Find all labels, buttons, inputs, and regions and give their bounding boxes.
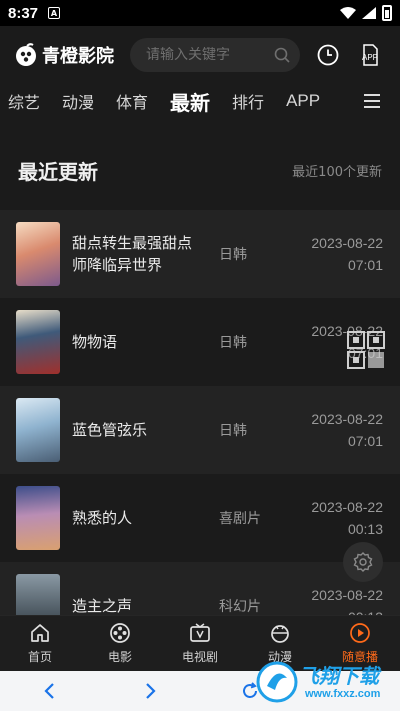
tab-latest[interactable]: 最新 xyxy=(170,87,210,116)
gear-icon xyxy=(353,552,373,572)
list-item[interactable]: 蓝色管弦乐 日韩 2023-08-22 07:01 xyxy=(0,386,400,474)
tab-ranking[interactable]: 排行 xyxy=(232,89,264,113)
item-datetime: 2023-08-22 00:13 xyxy=(311,496,383,540)
app-logo[interactable]: 青橙影院 xyxy=(14,42,114,68)
tv-icon xyxy=(190,623,210,642)
tab-variety[interactable]: 综艺 xyxy=(8,89,40,113)
chevron-left-icon xyxy=(44,683,54,699)
watermark-url: www.fxxz.com xyxy=(305,688,381,700)
chevron-right-icon xyxy=(146,683,156,699)
search-icon[interactable] xyxy=(274,47,290,63)
section-header: 最近更新 最近100个更新 xyxy=(0,140,400,200)
site-watermark: 飞翔下载 www.fxxz.com xyxy=(255,654,400,711)
item-genre: 喜剧片 xyxy=(219,511,261,527)
tab-app[interactable]: APP xyxy=(286,91,320,111)
nav-tv-series[interactable]: 电视剧 xyxy=(160,616,240,671)
menu-icon[interactable] xyxy=(364,94,380,108)
home-icon xyxy=(31,624,49,642)
item-datetime: 2023-08-22 07:01 xyxy=(311,408,383,452)
item-datetime: 2023-08-22 07:01 xyxy=(311,232,383,276)
film-reel-icon xyxy=(110,623,130,643)
item-time: 00:13 xyxy=(347,521,383,537)
poster-image xyxy=(16,486,60,550)
section-subtitle: 最近100个更新 xyxy=(292,164,382,180)
update-list: 甜点转生最强甜点师降临异世界 日韩 2023-08-22 07:01 物物语 日… xyxy=(0,210,400,615)
item-date: 2023-08-22 xyxy=(311,499,383,515)
status-bar: 8:37 A xyxy=(0,0,400,26)
item-date: 2023-08-22 xyxy=(311,411,383,427)
tab-anime[interactable]: 动漫 xyxy=(62,89,94,113)
signal-icon xyxy=(362,7,376,19)
tab-sports[interactable]: 体育 xyxy=(116,89,148,113)
watermark-logo-icon xyxy=(256,661,298,703)
category-tabs: 综艺 动漫 体育 最新 排行 APP xyxy=(0,84,400,118)
nav-label: 首页 xyxy=(27,650,52,664)
wifi-icon xyxy=(340,7,356,19)
app-header: 青橙影院 APP xyxy=(0,26,400,84)
item-date: 2023-08-22 xyxy=(311,587,383,603)
item-time: 07:01 xyxy=(347,433,383,449)
logo-icon xyxy=(16,43,36,66)
back-button[interactable] xyxy=(0,681,100,701)
status-time: 8:37 xyxy=(8,4,39,22)
item-title: 物物语 xyxy=(72,333,118,351)
app-name: 青橙影院 xyxy=(42,46,114,67)
app-download-button[interactable]: APP xyxy=(358,43,382,67)
notification-icon: A xyxy=(48,7,61,19)
item-date: 2023-08-22 xyxy=(311,235,383,251)
qr-code-icon[interactable] xyxy=(346,330,386,370)
history-icon xyxy=(317,44,339,66)
poster-image xyxy=(16,222,60,286)
item-genre: 日韩 xyxy=(219,247,247,263)
list-item[interactable]: 熟悉的人 喜剧片 2023-08-22 00:13 xyxy=(0,474,400,562)
item-datetime: 2023-08-22 00:13 xyxy=(311,584,383,615)
poster-image xyxy=(16,310,60,374)
anime-icon xyxy=(271,625,289,643)
nav-movies[interactable]: 电影 xyxy=(80,616,160,671)
item-title: 熟悉的人 xyxy=(72,509,133,527)
nav-label: 电视剧 xyxy=(181,650,218,664)
search-box[interactable] xyxy=(130,38,300,72)
poster-image xyxy=(16,574,60,615)
battery-icon xyxy=(382,5,392,21)
item-title: 蓝色管弦乐 xyxy=(72,421,148,439)
nav-home[interactable]: 首页 xyxy=(0,616,80,671)
section-title: 最近更新 xyxy=(18,159,98,184)
forward-button[interactable] xyxy=(100,681,200,701)
item-time: 07:01 xyxy=(347,257,383,273)
nav-label: 电影 xyxy=(107,650,132,664)
watermark-text: 飞翔下载 xyxy=(299,664,379,688)
item-time: 00:13 xyxy=(311,606,383,615)
history-button[interactable] xyxy=(316,43,340,67)
item-title: 甜点转生最强甜点师降临异世界 xyxy=(72,234,193,274)
list-item[interactable]: 造主之声 科幻片 2023-08-22 00:13 xyxy=(0,562,400,615)
app-icon-label: APP xyxy=(361,52,378,62)
item-title: 造主之声 xyxy=(72,597,133,615)
item-genre: 日韩 xyxy=(219,423,247,439)
list-item[interactable]: 甜点转生最强甜点师降临异世界 日韩 2023-08-22 07:01 xyxy=(0,210,400,298)
poster-image xyxy=(16,398,60,462)
play-circle-icon xyxy=(350,623,370,643)
search-input[interactable] xyxy=(146,47,266,63)
list-item[interactable]: 物物语 日韩 2023-08-22 07:01 xyxy=(0,298,400,386)
item-genre: 科幻片 xyxy=(219,599,261,615)
item-genre: 日韩 xyxy=(219,335,247,351)
settings-button[interactable] xyxy=(343,542,383,582)
